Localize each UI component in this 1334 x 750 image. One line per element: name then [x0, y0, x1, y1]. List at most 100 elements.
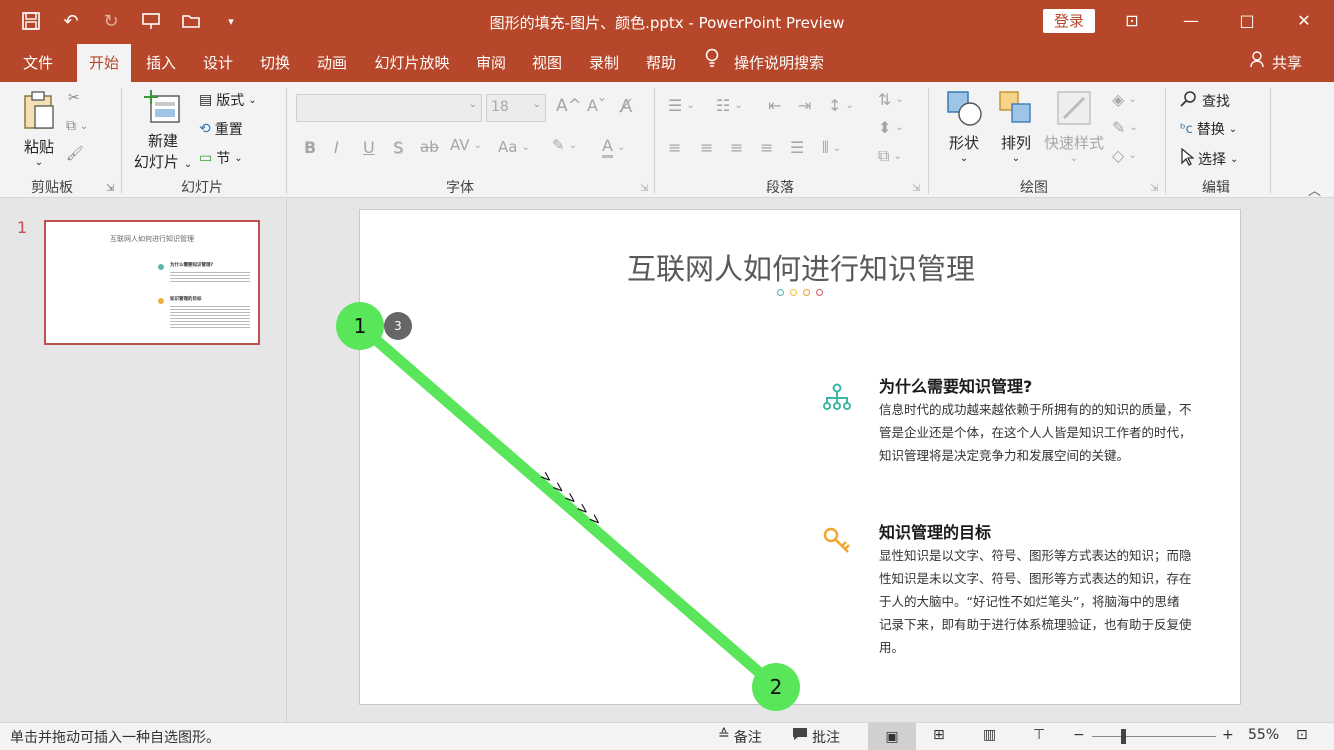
clear-formatting-icon[interactable]: A̸	[620, 96, 632, 117]
select-button[interactable]: 选择 ⌄	[1180, 147, 1238, 170]
align-right-icon[interactable]: ≡	[730, 138, 743, 157]
clipboard-group-label: 剪贴板	[31, 180, 73, 196]
new-slide-button[interactable]: 新建 幻灯片 ⌄	[132, 88, 194, 172]
section-button[interactable]: ▭ 节 ⌄	[199, 148, 243, 168]
format-painter-icon[interactable]: 🖌	[66, 146, 84, 162]
quick-access-toolbar: ↶ ↻ ▾	[18, 8, 244, 34]
tab-help[interactable]: 帮助	[636, 44, 686, 82]
cut-icon[interactable]: ✂	[68, 90, 80, 106]
font-size-select[interactable]: 18 ⌄	[486, 94, 546, 122]
slide-thumbnail-1[interactable]: 互联网人如何进行知识管理 为什么需要知识管理? 知识管理的目标	[44, 220, 260, 345]
tab-animations[interactable]: 动画	[307, 44, 357, 82]
align-left-icon[interactable]: ≡	[668, 138, 681, 157]
bullets-icon[interactable]: ☰ ⌄	[668, 96, 695, 115]
layout-button[interactable]: ▤ 版式 ⌄	[199, 90, 257, 110]
grow-font-icon[interactable]: A^	[556, 96, 582, 116]
replace-button[interactable]: ᵇc 替换 ⌄	[1180, 119, 1237, 139]
align-center-icon[interactable]: ≡	[700, 138, 713, 157]
drag-end-marker: 2	[752, 663, 800, 711]
bold-button[interactable]: B	[304, 138, 316, 157]
slide-title[interactable]: 互联网人如何进行知识管理	[360, 246, 1242, 288]
columns-icon[interactable]: ⫴ ⌄	[822, 138, 841, 158]
share-button[interactable]: 共享	[1250, 44, 1314, 82]
font-color-button[interactable]: A ⌄	[602, 136, 625, 158]
section1-heading[interactable]: 为什么需要知识管理?	[879, 373, 1032, 397]
present-icon[interactable]	[138, 8, 164, 34]
minimize-icon[interactable]: —	[1163, 0, 1219, 40]
open-folder-icon[interactable]	[178, 8, 204, 34]
tab-design[interactable]: 设计	[193, 44, 243, 82]
section1-text[interactable]: 信息时代的成功越来越依赖于所拥有的的知识的质量，不 管是企业还是个体，在这个人人…	[879, 398, 1192, 467]
arrange-button[interactable]: 排列 ⌄	[994, 88, 1038, 164]
ribbon-display-options-icon[interactable]: ⊡	[1104, 0, 1160, 40]
copy-icon[interactable]: ⧉ ⌄	[66, 118, 88, 134]
section2-heading[interactable]: 知识管理的目标	[879, 519, 991, 543]
highlight-icon[interactable]: ✎ ⌄	[552, 136, 577, 154]
tab-insert[interactable]: 插入	[136, 44, 186, 82]
maximize-icon[interactable]: □	[1219, 0, 1275, 40]
drawing-launcher-icon[interactable]: ⇲	[1150, 183, 1158, 194]
zoom-slider-thumb[interactable]	[1121, 729, 1126, 744]
customize-qat-icon[interactable]: ▾	[218, 8, 244, 34]
tab-home[interactable]: 开始	[77, 44, 131, 82]
tab-record[interactable]: 录制	[579, 44, 629, 82]
undo-icon[interactable]: ↶	[58, 8, 84, 34]
decrease-indent-icon[interactable]: ⇤	[768, 96, 781, 115]
change-case-button[interactable]: Aa ⌄	[498, 138, 530, 156]
slideshow-view-icon[interactable]: ⊤	[1033, 727, 1045, 743]
tab-transitions[interactable]: 切换	[250, 44, 300, 82]
zoom-slider[interactable]	[1092, 736, 1216, 737]
line-spacing-icon[interactable]: ↕ ⌄	[828, 96, 854, 115]
justify-icon[interactable]: ≡	[760, 138, 773, 157]
numbering-icon[interactable]: ☷ ⌄	[716, 96, 743, 115]
close-icon[interactable]: ✕	[1276, 0, 1332, 40]
section2-line: 用。	[879, 640, 905, 655]
font-family-select[interactable]: ⌄	[296, 94, 482, 122]
redo-icon[interactable]: ↻	[98, 8, 124, 34]
save-icon[interactable]	[18, 8, 44, 34]
strikethrough-button[interactable]: ab	[420, 138, 439, 156]
smartart-icon[interactable]: ⧉ ⌄	[878, 146, 902, 166]
tell-me-search[interactable]: 操作说明搜索	[704, 44, 844, 82]
char-spacing-button[interactable]: AV ⌄	[450, 136, 482, 154]
shape-effects-icon[interactable]: ◇ ⌄	[1112, 146, 1137, 165]
paste-button[interactable]: 粘贴 ⌄	[18, 90, 60, 168]
slide-sorter-icon[interactable]: ⊞	[933, 727, 945, 743]
notes-button[interactable]: ≙ 备注	[718, 727, 762, 747]
font-launcher-icon[interactable]: ⇲	[640, 183, 648, 194]
shrink-font-icon[interactable]: Aˇ	[587, 96, 606, 115]
login-button[interactable]: 登录	[1043, 9, 1095, 33]
shape-fill-icon[interactable]: ◈ ⌄	[1112, 90, 1137, 109]
tab-slideshow[interactable]: 幻灯片放映	[365, 44, 459, 82]
distribute-icon[interactable]: ☰	[790, 138, 804, 157]
comments-button[interactable]: 批注	[792, 727, 840, 747]
align-text-icon[interactable]: ⬍ ⌄	[878, 118, 904, 137]
tab-review[interactable]: 审阅	[466, 44, 516, 82]
slide-editor[interactable]: 互联网人如何进行知识管理 为什么需要知识管理? 信息时代的成功越来越依赖于所拥有…	[359, 209, 1241, 705]
reset-button[interactable]: ⟲ 重置	[199, 119, 243, 139]
zoom-in-icon[interactable]: +	[1222, 727, 1234, 743]
italic-button[interactable]: I	[334, 138, 339, 157]
paste-icon	[18, 90, 60, 136]
shadow-button[interactable]: S	[393, 138, 403, 157]
text-direction-icon[interactable]: ⇅ ⌄	[878, 90, 904, 109]
separator	[654, 88, 655, 194]
zoom-out-icon[interactable]: −	[1073, 727, 1085, 743]
tab-view[interactable]: 视图	[522, 44, 572, 82]
zoom-level[interactable]: 55%	[1248, 727, 1279, 743]
find-button[interactable]: 查找	[1180, 90, 1230, 112]
reading-view-icon[interactable]: ▥	[983, 727, 996, 743]
collapse-ribbon-icon[interactable]: ︿	[1308, 180, 1321, 199]
shapes-button[interactable]: 形状 ⌄	[940, 88, 988, 164]
tab-file[interactable]: 文件	[12, 44, 64, 82]
normal-view-icon[interactable]: ▣	[868, 723, 916, 750]
shape-outline-icon[interactable]: ✎ ⌄	[1112, 118, 1138, 137]
increase-indent-icon[interactable]: ⇥	[798, 96, 811, 115]
quick-styles-button[interactable]: 快速样式 ⌄	[1040, 88, 1108, 164]
section2-text[interactable]: 显性知识是以文字、符号、图形等方式表达的知识；而隐 性知识是未以文字、符号、图形…	[879, 544, 1192, 659]
find-label: 查找	[1202, 94, 1230, 110]
clipboard-launcher-icon[interactable]: ⇲	[106, 183, 114, 194]
underline-button[interactable]: U	[363, 138, 375, 157]
paragraph-launcher-icon[interactable]: ⇲	[912, 183, 920, 194]
fit-to-window-icon[interactable]: ⊡	[1296, 727, 1308, 743]
